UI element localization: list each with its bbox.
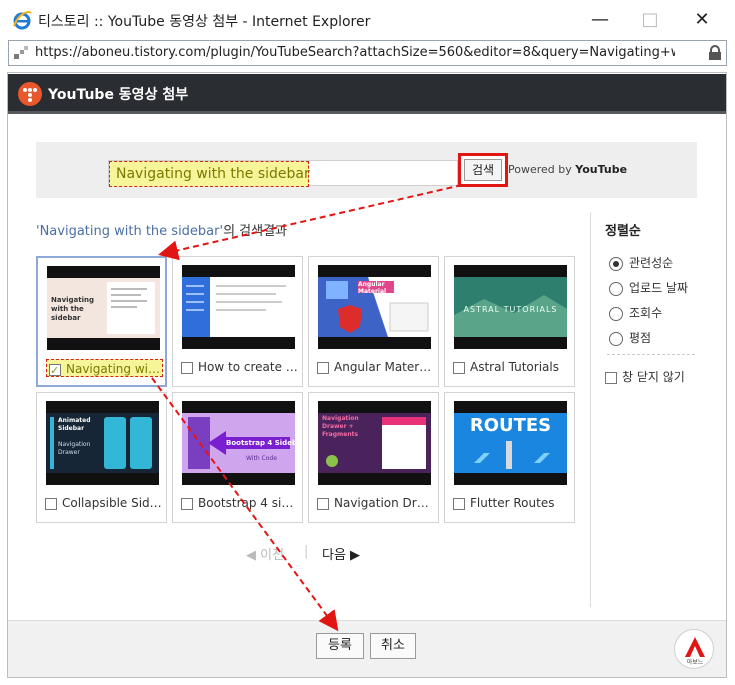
arrow-result-to-submit: [151, 377, 339, 632]
arrow-search-to-result: [158, 184, 463, 261]
annotation-arrows: [151, 184, 463, 632]
